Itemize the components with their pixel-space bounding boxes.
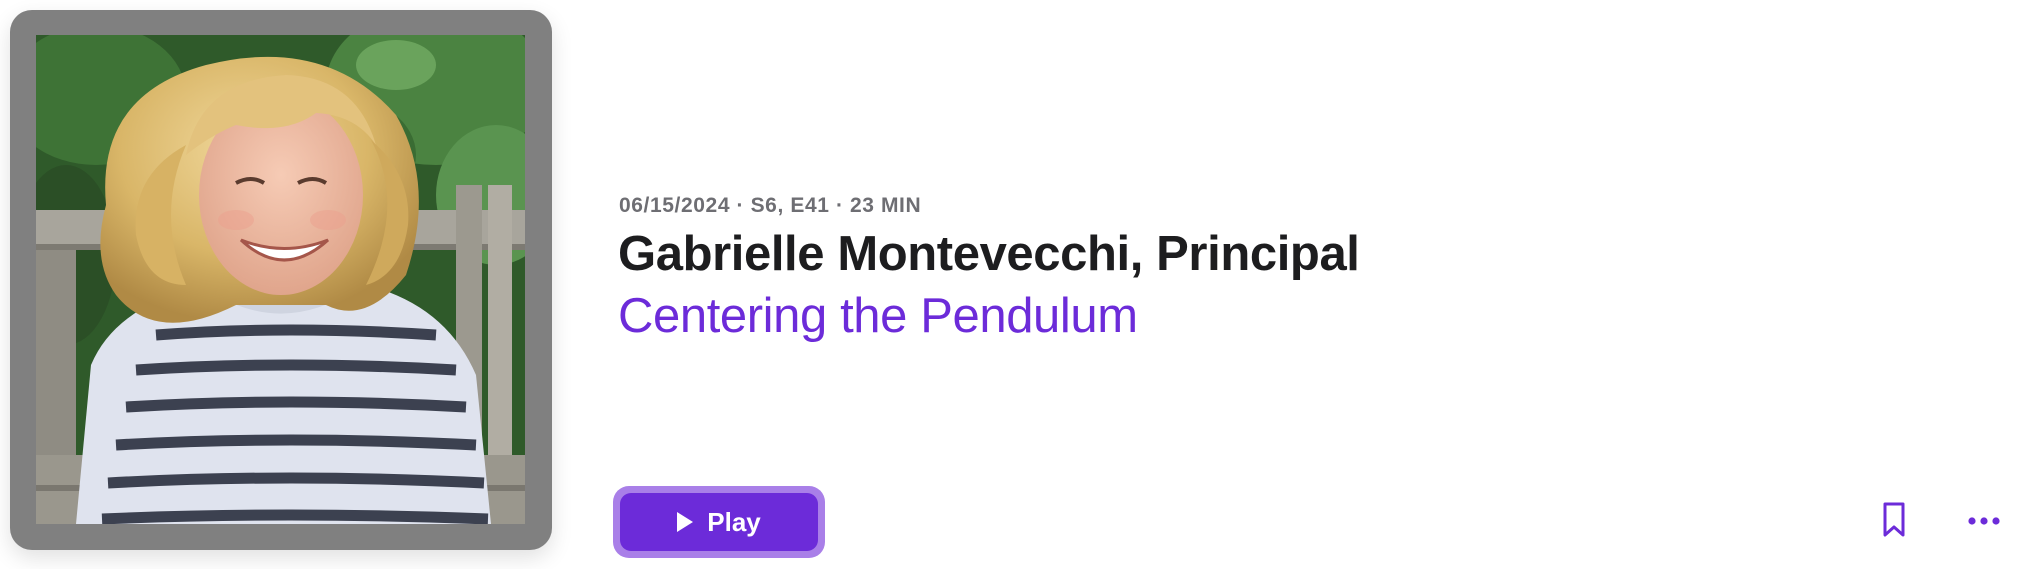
bookmark-icon [1883,502,1905,537]
play-icon [677,512,694,532]
meta-separator: · [835,194,844,217]
episode-meta: 06/15/2024 · S6, E41 · 23 MIN [619,194,921,218]
meta-separator: · [736,194,745,217]
episode-title: Gabrielle Montevecchi, Principal [618,227,1360,281]
episode-artwork-frame [10,10,552,550]
episode-date: 06/15/2024 [619,194,731,217]
play-button-focus-ring: Play [613,486,825,558]
show-name-link[interactable]: Centering the Pendulum [618,288,1138,344]
episode-duration: 23 MIN [849,194,922,217]
more-options-button[interactable] [1966,505,2006,535]
episode-season-episode: S6, E41 [750,194,830,217]
play-button[interactable]: Play [620,493,818,551]
episode-artwork [36,35,525,524]
play-button-label: Play [707,506,761,537]
guest-photo [36,35,525,524]
more-icon [1968,517,2000,525]
bookmark-button[interactable] [1878,500,1910,540]
